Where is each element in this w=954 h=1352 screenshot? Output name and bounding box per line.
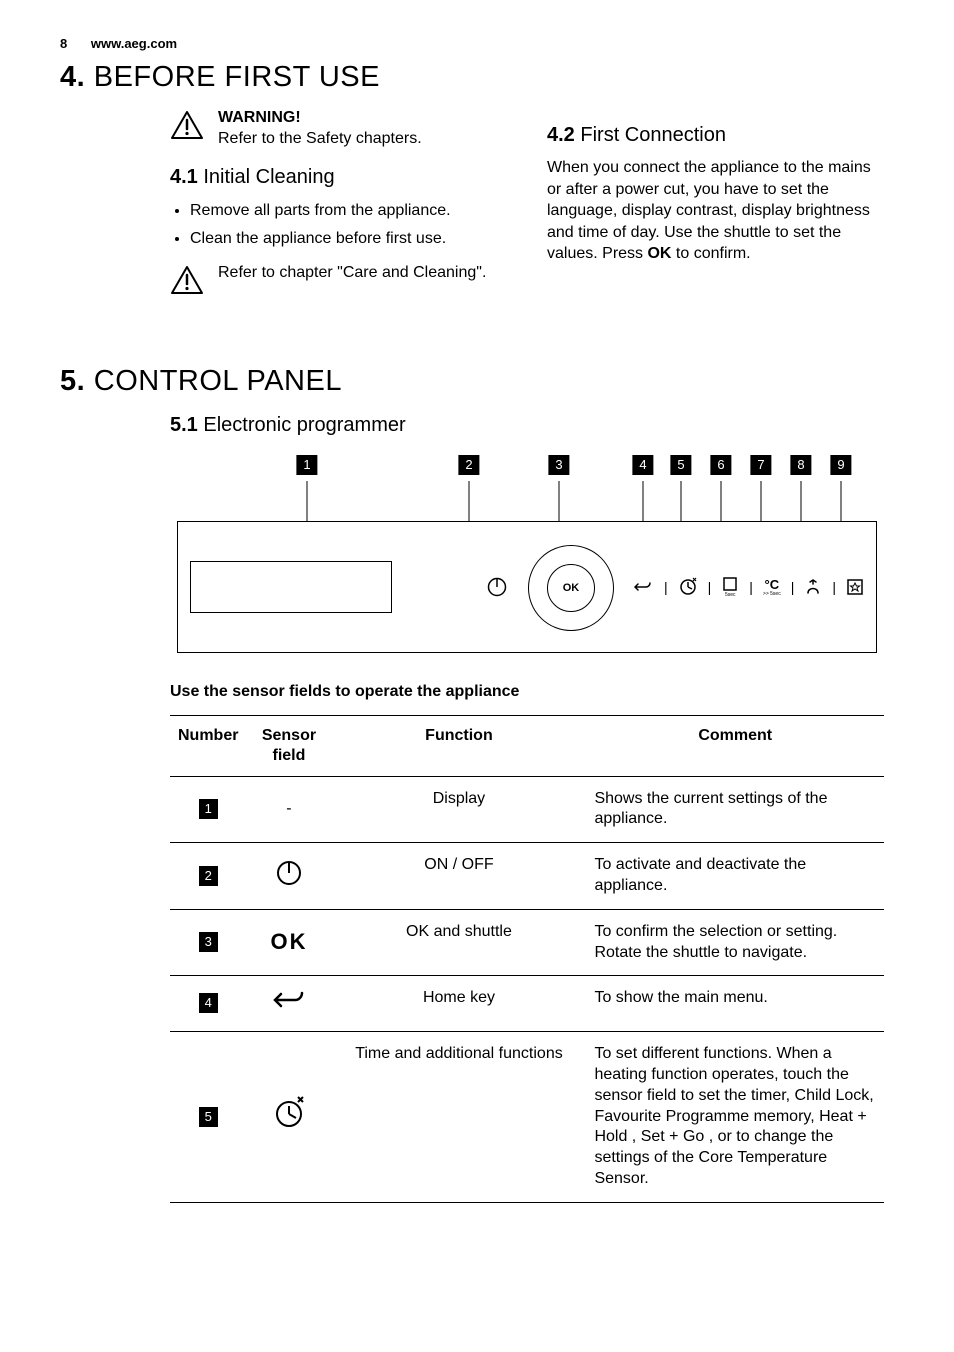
th-function: Function — [331, 715, 586, 776]
table-row: 4 Home key To show the main menu. — [170, 976, 884, 1032]
table-row: 3 OK OK and shuttle To confirm the selec… — [170, 909, 884, 976]
functions-table: Number Sensor field Function Comment 1 -… — [170, 715, 884, 1203]
ok-dial-icon: OK — [528, 545, 612, 629]
page-header: 8 www.aeg.com — [60, 36, 884, 51]
table-row: 5 Time and additional functions To set d… — [170, 1032, 884, 1203]
section-4-heading: 4. BEFORE FIRST USE — [60, 61, 884, 94]
display-rect-icon — [190, 561, 392, 613]
th-sensor: Sensor field — [246, 715, 331, 776]
power-icon — [275, 859, 303, 887]
temperature-icon: °C >> 5sec — [763, 577, 781, 597]
initial-cleaning-bullets: Remove all parts from the appliance. Cle… — [170, 199, 507, 251]
warning-icon — [170, 110, 204, 140]
row-number-badge: 4 — [199, 993, 218, 1013]
list-item: Remove all parts from the appliance. — [190, 199, 507, 223]
home-icon — [269, 988, 309, 1012]
section-5-heading: 5. CONTROL PANEL — [60, 365, 884, 398]
sensor-cell: OK — [246, 909, 331, 976]
section-4-1-heading: 4.1 Initial Cleaning — [170, 166, 507, 189]
table-row: 2 ON / OFF To activate and deactivate th… — [170, 843, 884, 910]
sensor-cell — [246, 976, 331, 1032]
warning-text: WARNING! Refer to the Safety chapters. — [218, 108, 422, 150]
warning-icon — [170, 265, 204, 295]
page-number: 8 — [60, 36, 67, 51]
callout-6: 6 — [710, 455, 731, 475]
th-number: Number — [170, 715, 246, 776]
comment-cell: To set different functions. When a heati… — [586, 1032, 884, 1203]
comment-cell: Shows the current settings of the applia… — [586, 776, 884, 843]
callout-1: 1 — [296, 455, 317, 475]
table-caption: Use the sensor fields to operate the app… — [170, 683, 884, 701]
comment-cell: To confirm the selection or setting. Rot… — [586, 909, 884, 976]
function-cell: Time and additional functions — [331, 1032, 586, 1203]
clock-icon — [271, 1096, 307, 1132]
home-icon — [632, 579, 654, 595]
row-number-badge: 3 — [199, 932, 218, 952]
callout-8: 8 — [790, 455, 811, 475]
favourite-icon — [846, 578, 864, 596]
callout-3: 3 — [548, 455, 569, 475]
first-connection-body: When you connect the appliance to the ma… — [547, 157, 884, 265]
care-cleaning-note: Refer to chapter "Care and Cleaning". — [218, 263, 486, 284]
row-number-badge: 5 — [199, 1107, 218, 1127]
function-cell: Home key — [331, 976, 586, 1032]
callout-4: 4 — [632, 455, 653, 475]
clock-icon — [678, 577, 698, 597]
row-number-badge: 1 — [199, 799, 218, 819]
comment-cell: To activate and deactivate the appliance… — [586, 843, 884, 910]
section-5-1-heading: 5.1 Electronic programmer — [170, 414, 884, 437]
comment-cell: To show the main menu. — [586, 976, 884, 1032]
section-4-2-heading: 4.2 First Connection — [547, 124, 884, 147]
callout-9: 9 — [830, 455, 851, 475]
minute-minder-icon — [804, 578, 822, 596]
site-url: www.aeg.com — [91, 36, 177, 51]
sensor-cell: - — [246, 776, 331, 843]
control-panel-diagram: 1 2 3 4 5 6 7 8 9 — [177, 455, 877, 653]
callout-5: 5 — [670, 455, 691, 475]
row-number-badge: 2 — [199, 866, 218, 886]
function-cell: Display — [331, 776, 586, 843]
function-cell: OK and shuttle — [331, 909, 586, 976]
sensor-cell — [246, 843, 331, 910]
sensor-cell — [246, 1032, 331, 1203]
callout-2: 2 — [458, 455, 479, 475]
ok-text-icon: OK — [270, 929, 307, 954]
function-cell: ON / OFF — [331, 843, 586, 910]
callout-7: 7 — [750, 455, 771, 475]
heating-icon: 5sec — [721, 575, 739, 598]
power-icon — [486, 576, 508, 598]
list-item: Clean the appliance before first use. — [190, 227, 507, 251]
table-row: 1 - Display Shows the current settings o… — [170, 776, 884, 843]
th-comment: Comment — [586, 715, 884, 776]
